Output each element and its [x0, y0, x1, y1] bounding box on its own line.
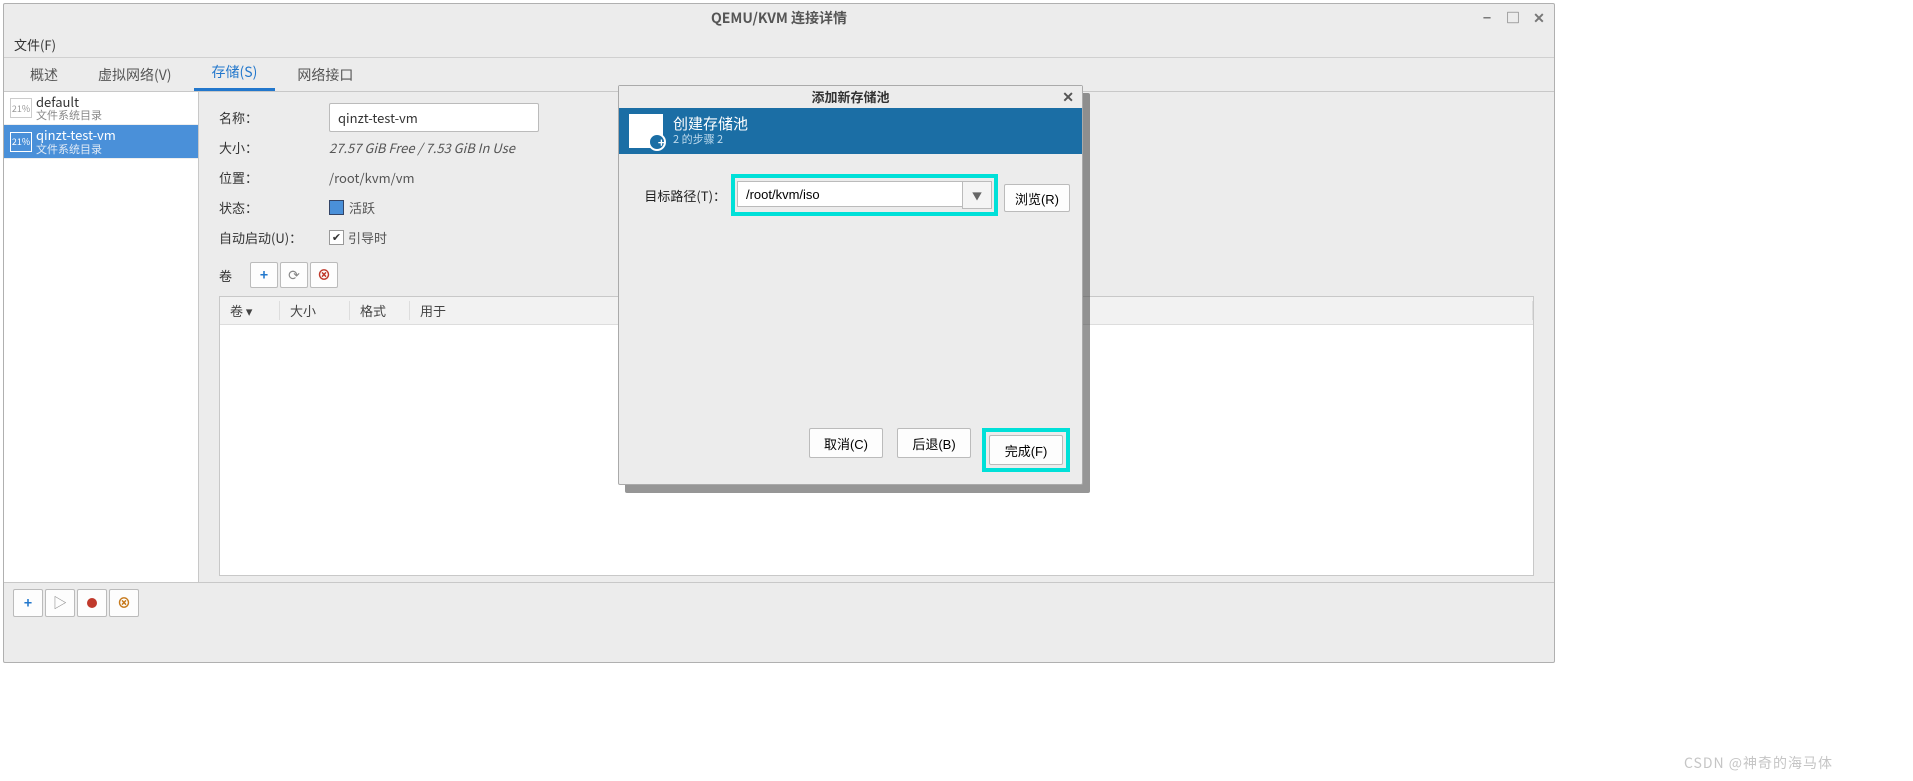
- play-icon: ▷: [53, 593, 67, 613]
- pool-item-default[interactable]: 21% default 文件系统目录: [4, 92, 198, 125]
- window-title: QEMU/KVM 连接详情: [711, 8, 847, 28]
- pool-type: 文件系统目录: [36, 109, 102, 121]
- delete-volume-button[interactable]: ⊗: [310, 262, 338, 288]
- back-button[interactable]: 后退(B): [897, 428, 971, 458]
- menubar: 文件(F): [4, 32, 1554, 58]
- dialog-body: 目标路径(T)： ▼ 浏览(R): [619, 154, 1082, 418]
- delete-pool-button[interactable]: ⊗: [109, 589, 139, 617]
- maximize-icon[interactable]: □: [1506, 4, 1520, 32]
- autostart-checkbox[interactable]: ✔: [329, 230, 344, 245]
- storage-pool-icon: [629, 114, 663, 148]
- minimize-icon[interactable]: −: [1480, 4, 1494, 32]
- location-label: 位置：: [219, 168, 329, 187]
- start-pool-button[interactable]: ▷: [45, 589, 75, 617]
- col-size[interactable]: 大小: [280, 301, 350, 320]
- record-icon: [87, 598, 97, 608]
- dialog-close-icon[interactable]: ✕: [1062, 86, 1074, 108]
- pool-toolbar: + ▷ ⊗: [4, 582, 1554, 622]
- storage-pool-list: 21% default 文件系统目录 21% qinzt-test-vm 文件系…: [4, 92, 199, 582]
- size-value: 27.57 GiB Free / 7.53 GiB In Use: [329, 138, 515, 157]
- cancel-button[interactable]: 取消(C): [809, 428, 883, 458]
- tab-virtual-network[interactable]: 虚拟网络(V): [80, 59, 190, 91]
- pool-pct: 21%: [10, 132, 32, 152]
- dialog-footer: 取消(C) 后退(B) 完成(F): [619, 418, 1082, 484]
- highlight-finish: 完成(F): [982, 428, 1070, 472]
- name-field[interactable]: qinzt-test-vm: [329, 103, 539, 132]
- highlight-target-path: ▼: [731, 174, 998, 216]
- tab-storage[interactable]: 存储(S): [194, 56, 276, 91]
- add-volume-button[interactable]: +: [250, 262, 278, 288]
- delete-icon: ⊗: [117, 593, 131, 613]
- name-label: 名称：: [219, 108, 329, 127]
- dialog-header: 创建存储池 2 的步骤 2: [619, 108, 1082, 154]
- pool-item-qinzt[interactable]: 21% qinzt-test-vm 文件系统目录: [4, 125, 198, 158]
- autostart-label: 自动启动(U)：: [219, 228, 329, 247]
- target-path-input[interactable]: [737, 181, 962, 207]
- tab-overview[interactable]: 概述: [12, 59, 76, 91]
- stop-pool-button[interactable]: [77, 589, 107, 617]
- autostart-value: 引导时: [348, 228, 387, 247]
- plus-icon: +: [260, 265, 268, 285]
- state-label: 状态：: [219, 198, 329, 217]
- add-storage-dialog: 添加新存储池 ✕ 创建存储池 2 的步骤 2 目标路径(T)： ▼ 浏览(R): [618, 85, 1083, 485]
- add-pool-button[interactable]: +: [13, 589, 43, 617]
- menu-file[interactable]: 文件(F): [14, 35, 56, 54]
- dialog-step: 2 的步骤 2: [673, 133, 748, 146]
- tab-nic[interactable]: 网络接口: [279, 59, 371, 91]
- size-label: 大小：: [219, 138, 329, 157]
- pool-pct: 21%: [10, 98, 32, 118]
- location-value: /root/kvm/vm: [329, 168, 415, 187]
- refresh-icon: ⟳: [288, 265, 300, 285]
- volumes-label: 卷: [219, 266, 249, 285]
- target-path-label: 目标路径(T)：: [631, 186, 726, 205]
- titlebar: QEMU/KVM 连接详情 − □ ✕: [4, 4, 1554, 32]
- watermark: CSDN @神奇的海马体: [1684, 753, 1833, 773]
- plus-icon: +: [24, 593, 32, 613]
- dialog-titlebar: 添加新存储池 ✕: [619, 86, 1082, 108]
- pool-type: 文件系统目录: [36, 143, 116, 155]
- col-format[interactable]: 格式: [350, 301, 410, 320]
- dropdown-icon[interactable]: ▼: [962, 181, 992, 209]
- finish-button[interactable]: 完成(F): [989, 435, 1063, 465]
- dialog-title: 添加新存储池: [811, 87, 889, 106]
- browse-button[interactable]: 浏览(R): [1004, 184, 1070, 212]
- col-volume[interactable]: 卷 ▾: [220, 301, 280, 320]
- delete-icon: ⊗: [317, 265, 331, 285]
- state-icon: [329, 200, 344, 215]
- refresh-volume-button[interactable]: ⟳: [280, 262, 308, 288]
- state-value: 活跃: [349, 198, 375, 217]
- close-icon[interactable]: ✕: [1532, 4, 1546, 32]
